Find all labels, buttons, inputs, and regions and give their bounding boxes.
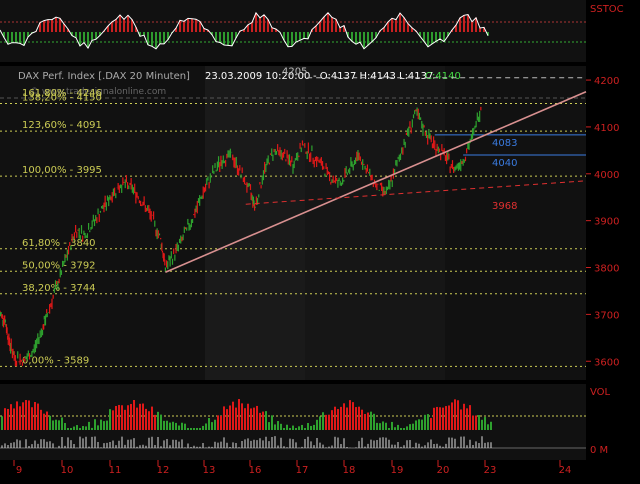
fib-label: 50,00% - 3792 [22,260,96,271]
x-tick-label: 24 [559,465,572,476]
x-axis: 9 10 11 12 13 16 17 18 19 20 23 24 [13,460,572,476]
fib-label: 61,80% - 3840 [22,238,96,249]
session-shade [205,66,305,380]
y-tick-label: 3900 [594,217,619,228]
annotation-label: 4083 [492,138,517,149]
x-tick-label: 16 [249,465,262,476]
x-tick-label: 13 [203,465,216,476]
instrument-title: DAX Perf. Index [.DAX 20 Minuten] [18,71,190,82]
y-axis: 3600 3700 3800 3900 4000 4100 4200 [586,76,619,368]
y-tick-label: 4100 [594,123,619,134]
x-tick-label: 17 [296,465,309,476]
x-tick-label: 23 [484,465,497,476]
stoch-label: SSTOC [590,4,624,15]
x-tick-label: 12 [157,465,170,476]
volume-panel [0,384,586,460]
annotation-label: 4205 [282,67,307,78]
x-tick-label: 19 [391,465,404,476]
annotation-label: 3968 [492,201,517,212]
fib-label: 123,60% - 4091 [22,120,102,131]
volume-label: VOL [590,387,611,398]
annotation-label: 4040 [492,158,517,169]
session-shade [305,66,445,380]
y-tick-label: 4200 [594,76,619,87]
close-readout: C:4140 [425,71,461,82]
fib-label: 138,20% - 4150 [22,92,102,103]
y-tick-label: 3600 [594,357,619,368]
y-tick-label: 4000 [594,170,619,181]
x-tick-label: 11 [109,465,122,476]
fib-label: 100,00% - 3995 [22,165,102,176]
stoch-panel [0,0,586,62]
x-tick-label: 10 [61,465,74,476]
y-tick-label: 3800 [594,264,619,275]
x-tick-label: 18 [343,465,356,476]
y-tick-label: 3700 [594,310,619,321]
fib-label: 38,20% - 3744 [22,283,96,294]
x-tick-label: 9 [16,465,22,476]
ohlc-readout: - O:4137 H:4143 L:4137 [313,71,433,82]
chart-canvas: SSTOC DAX Perf. Index [.DAX 20 Minuten] … [0,0,624,476]
volume-zero-label: 0 M [590,445,608,456]
x-tick-label: 20 [437,465,450,476]
trading-chart-window: SSTOC DAX Perf. Index [.DAX 20 Minuten] … [0,0,640,480]
